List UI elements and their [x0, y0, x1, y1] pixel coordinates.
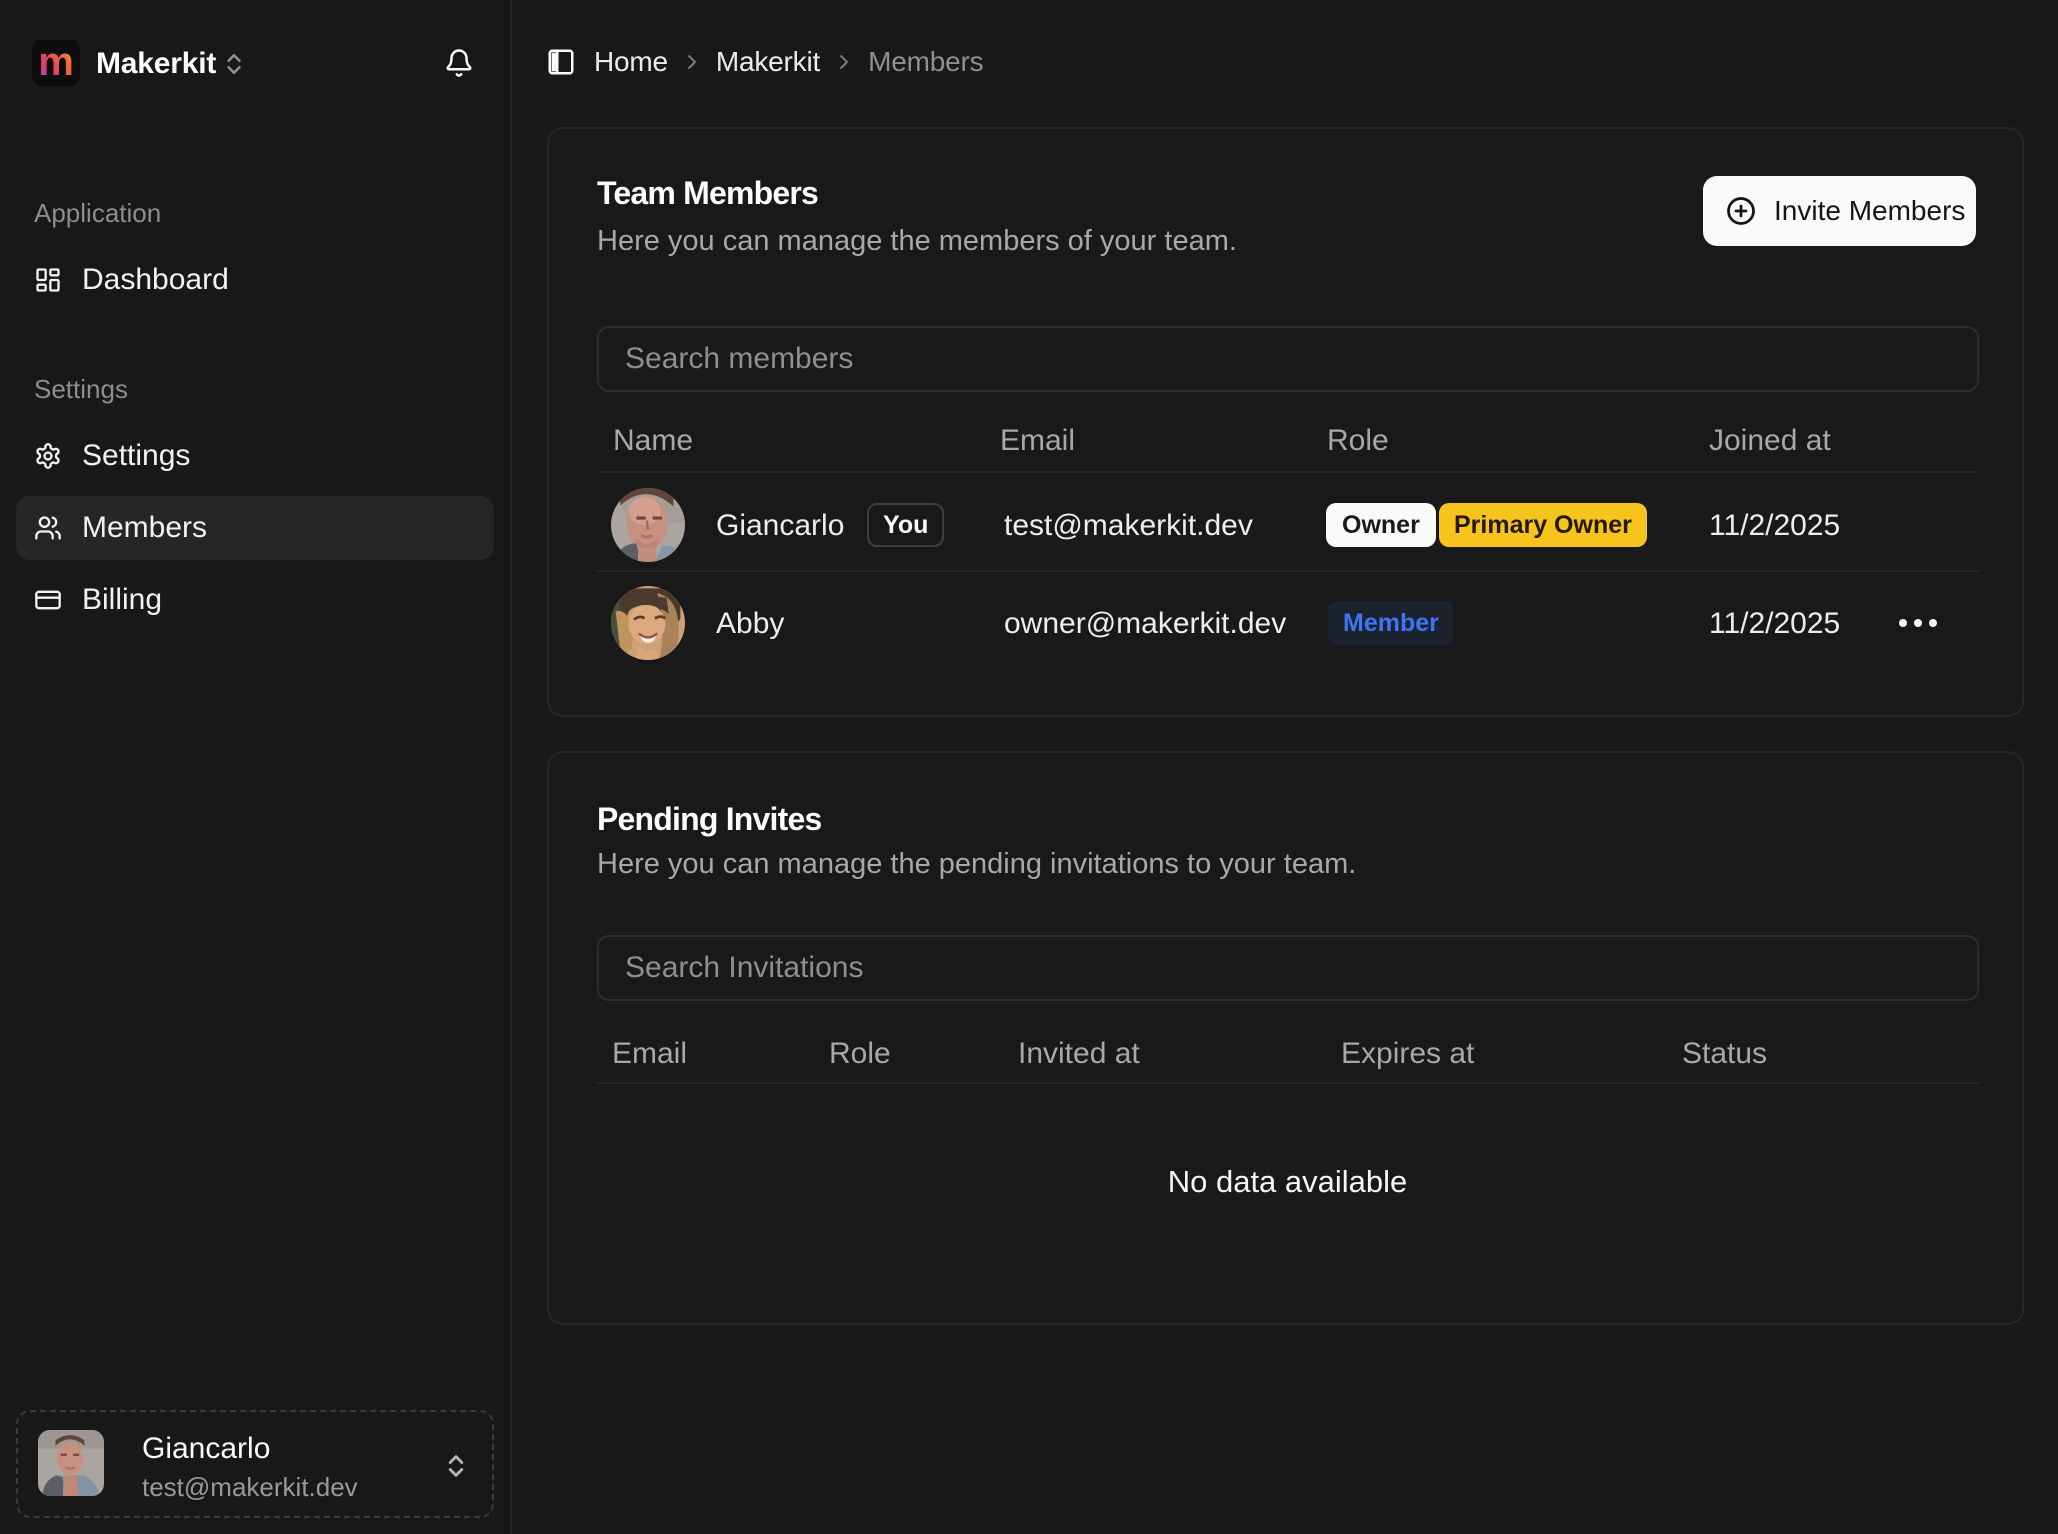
- svg-text:m: m: [38, 40, 74, 84]
